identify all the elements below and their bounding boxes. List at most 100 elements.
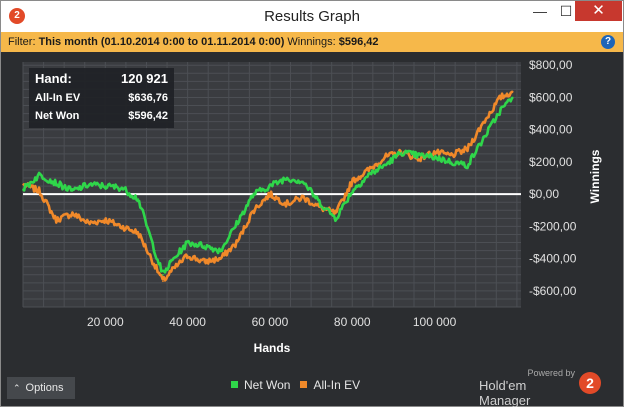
data-point — [285, 177, 288, 179]
data-point — [367, 174, 370, 176]
y-tick-label: $600,00 — [529, 90, 573, 104]
legend-label: All-In EV — [313, 378, 361, 392]
data-point — [466, 148, 469, 150]
legend-swatch — [231, 381, 238, 388]
data-point — [71, 212, 74, 215]
results-chart: 20 000 40 000 60 000 80 000 100 000 -$600,00 -… — [22, 58, 602, 355]
data-point — [334, 217, 337, 220]
data-point — [302, 180, 304, 183]
y-tick-label: $800,00 — [529, 58, 573, 72]
close-button[interactable]: ✕ — [575, 1, 622, 21]
data-point — [22, 188, 24, 191]
data-point — [252, 209, 255, 212]
data-point — [88, 183, 90, 186]
data-point — [433, 156, 436, 158]
data-point — [55, 182, 57, 184]
options-label: Options — [25, 382, 64, 394]
data-point — [38, 174, 41, 176]
data-point — [499, 109, 502, 112]
data-point — [334, 212, 337, 215]
data-point — [252, 193, 255, 195]
data-point — [351, 180, 354, 183]
data-point — [153, 249, 156, 252]
title-bar: 2 Results Graph — ☐ ✕ — [1, 1, 623, 32]
y-tick-label: -$600,00 — [529, 284, 577, 298]
data-point — [203, 261, 205, 263]
chevron-up-icon: ⌃ — [13, 383, 21, 393]
filter-period[interactable]: This month (01.10.2014 0:00 to 01.11.201… — [39, 36, 285, 48]
data-point — [186, 241, 189, 244]
y-tick-label: -$200,00 — [529, 219, 577, 233]
x-axis-title: Hands — [254, 341, 291, 355]
x-tick-label: 20 000 — [87, 315, 124, 329]
powered-by-text: Powered by — [527, 368, 575, 378]
minimize-button[interactable]: — — [527, 1, 553, 21]
data-point — [351, 190, 354, 192]
data-point — [511, 90, 514, 93]
data-point — [450, 154, 452, 157]
data-point — [219, 249, 222, 252]
legend-item[interactable]: Net Won — [231, 378, 290, 392]
data-point — [170, 261, 172, 263]
data-point — [137, 198, 140, 200]
data-point — [236, 222, 238, 224]
data-point — [203, 244, 205, 247]
legend-swatch — [300, 381, 308, 388]
filter-bar: Filter: This month (01.10.2014 0:00 to 0… — [1, 32, 623, 52]
options-button[interactable]: ⌃ Options — [7, 377, 75, 399]
x-tick-label: 60 000 — [252, 315, 289, 329]
y-tick-label: -$400,00 — [529, 252, 577, 266]
data-point — [483, 120, 485, 123]
data-point — [162, 273, 164, 276]
x-tick-label: 80 000 — [334, 315, 371, 329]
summary-label: Hand: — [35, 71, 72, 86]
data-point — [104, 185, 107, 187]
data-point — [22, 183, 24, 186]
winnings-value: $596,42 — [338, 36, 379, 48]
data-point — [236, 241, 238, 244]
data-point — [55, 219, 57, 221]
y-tick-label: $400,00 — [529, 123, 573, 137]
data-point — [511, 96, 514, 99]
chart-legend: Net Won All-In EV — [231, 378, 370, 394]
data-point — [384, 164, 386, 166]
data-point — [400, 151, 403, 154]
data-point — [466, 164, 469, 166]
y-tick-label: $0,00 — [529, 187, 559, 201]
data-point — [417, 154, 419, 157]
data-point — [499, 96, 502, 99]
data-point — [269, 193, 271, 195]
data-point — [269, 185, 271, 187]
data-point — [137, 232, 140, 234]
x-tick-label: 40 000 — [169, 315, 206, 329]
brand-name: Hold'em Manager — [479, 378, 531, 407]
data-point — [219, 257, 222, 260]
data-point — [433, 151, 436, 154]
data-point — [318, 201, 321, 204]
data-point — [120, 186, 123, 189]
results-graph-window: 2 Results Graph — ☐ ✕ Filter: This month… — [0, 0, 624, 407]
summary-label: All-In EV — [35, 92, 81, 104]
data-point — [153, 264, 156, 266]
data-point — [483, 136, 485, 139]
data-point — [88, 222, 90, 224]
help-icon[interactable]: ? — [601, 35, 615, 49]
data-point — [71, 190, 74, 192]
data-point — [186, 254, 189, 257]
summary-value: $636,76 — [128, 92, 168, 104]
data-point — [367, 169, 370, 171]
winnings-label: Winnings: — [287, 36, 336, 48]
y-axis-title: Winnings — [588, 149, 602, 203]
y-tick-label: $200,00 — [529, 155, 573, 169]
legend-item[interactable]: All-In EV — [300, 378, 360, 392]
legend-label: Net Won — [244, 378, 291, 392]
data-point — [285, 203, 288, 205]
data-point — [450, 161, 452, 163]
data-point — [104, 219, 107, 221]
data-point — [384, 156, 386, 158]
x-tick-label: 100 000 — [413, 315, 457, 329]
summary-label: Net Won — [35, 110, 80, 122]
data-point — [170, 270, 172, 273]
data-point — [120, 225, 123, 228]
data-point — [302, 196, 304, 199]
